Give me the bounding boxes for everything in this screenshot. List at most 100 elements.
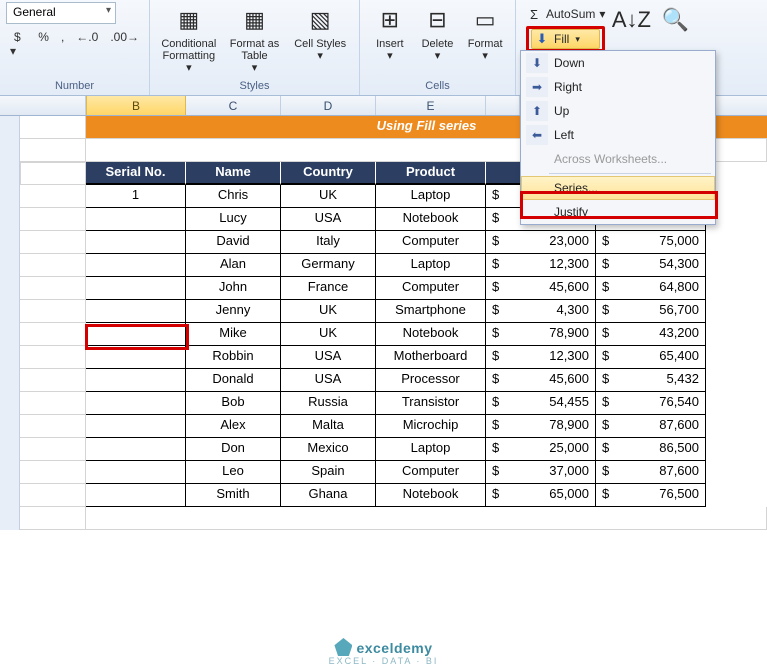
cell-name[interactable]: Don: [186, 438, 281, 461]
cell-country[interactable]: France: [281, 277, 376, 300]
cell-serial[interactable]: [86, 461, 186, 484]
delete-button[interactable]: ⊟Delete ▾: [414, 2, 462, 62]
cell-product[interactable]: Laptop: [376, 438, 486, 461]
decrease-decimal-button[interactable]: .00→: [106, 28, 143, 60]
cell-product[interactable]: Processor: [376, 369, 486, 392]
cell-country[interactable]: USA: [281, 369, 376, 392]
cell-name[interactable]: Robbin: [186, 346, 281, 369]
cell-month1[interactable]: $78,900: [486, 323, 596, 346]
cell-month2[interactable]: $76,540: [596, 392, 706, 415]
col-header-c[interactable]: C: [186, 96, 281, 115]
comma-button[interactable]: ,: [57, 28, 68, 60]
cell-country[interactable]: Spain: [281, 461, 376, 484]
table-row[interactable]: AlanGermanyLaptop$12,300$54,300: [0, 254, 767, 277]
cell-country[interactable]: Ghana: [281, 484, 376, 507]
cell-month2[interactable]: $43,200: [596, 323, 706, 346]
cell-month1[interactable]: $78,900: [486, 415, 596, 438]
currency-button[interactable]: $ ▾: [6, 28, 30, 60]
format-as-table-button[interactable]: ▦Format as Table ▾: [222, 2, 288, 74]
cell-country[interactable]: Mexico: [281, 438, 376, 461]
cell-name[interactable]: John: [186, 277, 281, 300]
cell-serial[interactable]: [86, 438, 186, 461]
table-row[interactable]: SmithGhanaNotebook$65,000$76,500: [0, 484, 767, 507]
col-header-d[interactable]: D: [281, 96, 376, 115]
table-row[interactable]: DonMexicoLaptop$25,000$86,500: [0, 438, 767, 461]
table-row[interactable]: AlexMaltaMicrochip$78,900$87,600: [0, 415, 767, 438]
cell-month2[interactable]: $56,700: [596, 300, 706, 323]
cell-month1[interactable]: $23,000: [486, 231, 596, 254]
cell-month1[interactable]: $4,300: [486, 300, 596, 323]
table-row[interactable]: DonaldUSAProcessor$45,600$5,432: [0, 369, 767, 392]
fill-justify-item[interactable]: Justify: [521, 200, 715, 224]
table-row[interactable]: MikeUKNotebook$78,900$43,200: [0, 323, 767, 346]
insert-button[interactable]: ⊞Insert ▾: [366, 2, 414, 62]
cell-name[interactable]: Lucy: [186, 208, 281, 231]
cell-month1[interactable]: $12,300: [486, 346, 596, 369]
cell-month2[interactable]: $5,432: [596, 369, 706, 392]
cell-country[interactable]: UK: [281, 300, 376, 323]
cell-name[interactable]: David: [186, 231, 281, 254]
cell-month2[interactable]: $75,000: [596, 231, 706, 254]
cell-month1[interactable]: $37,000: [486, 461, 596, 484]
format-button[interactable]: ▭Format ▾: [461, 2, 509, 62]
cell-serial[interactable]: [86, 415, 186, 438]
cell-name[interactable]: Leo: [186, 461, 281, 484]
cell-serial[interactable]: [86, 484, 186, 507]
cell-product[interactable]: Smartphone: [376, 300, 486, 323]
cell-name[interactable]: Jenny: [186, 300, 281, 323]
cell-month1[interactable]: $54,455: [486, 392, 596, 415]
number-format-combo[interactable]: General: [6, 2, 116, 24]
cell-country[interactable]: Russia: [281, 392, 376, 415]
cell-product[interactable]: Notebook: [376, 208, 486, 231]
cell-country[interactable]: USA: [281, 346, 376, 369]
cell-name[interactable]: Alex: [186, 415, 281, 438]
cell-product[interactable]: Laptop: [376, 254, 486, 277]
cell-month2[interactable]: $64,800: [596, 277, 706, 300]
cell-month1[interactable]: $45,600: [486, 369, 596, 392]
cell-month1[interactable]: $25,000: [486, 438, 596, 461]
cell-serial[interactable]: [86, 208, 186, 231]
cell-serial[interactable]: [86, 254, 186, 277]
table-row[interactable]: DavidItalyComputer$23,000$75,000: [0, 231, 767, 254]
cell-styles-button[interactable]: ▧Cell Styles ▾: [287, 2, 353, 62]
cell-country[interactable]: Italy: [281, 231, 376, 254]
col-header-e[interactable]: E: [376, 96, 486, 115]
cell-month2[interactable]: $76,500: [596, 484, 706, 507]
cell-product[interactable]: Laptop: [376, 185, 486, 208]
percent-button[interactable]: %: [34, 28, 53, 60]
fill-button[interactable]: ⬇Fill: [531, 29, 600, 49]
cell-product[interactable]: Motherboard: [376, 346, 486, 369]
cell-country[interactable]: USA: [281, 208, 376, 231]
cell-product[interactable]: Microchip: [376, 415, 486, 438]
cell-name[interactable]: Bob: [186, 392, 281, 415]
cell-product[interactable]: Computer: [376, 461, 486, 484]
increase-decimal-button[interactable]: ←.0: [72, 28, 102, 60]
cell-month2[interactable]: $65,400: [596, 346, 706, 369]
table-row[interactable]: RobbinUSAMotherboard$12,300$65,400: [0, 346, 767, 369]
table-row[interactable]: BobRussiaTransistor$54,455$76,540: [0, 392, 767, 415]
find-select-button[interactable]: 🔍: [653, 2, 697, 38]
cell-month2[interactable]: $54,300: [596, 254, 706, 277]
col-header-b[interactable]: B: [86, 96, 186, 115]
cell-product[interactable]: Computer: [376, 231, 486, 254]
cell-serial[interactable]: [86, 346, 186, 369]
autosum-button[interactable]: ΣAutoSum ▾: [526, 4, 605, 24]
cell-month1[interactable]: $12,300: [486, 254, 596, 277]
cell-name[interactable]: Alan: [186, 254, 281, 277]
cell-month1[interactable]: $45,600: [486, 277, 596, 300]
cell-country[interactable]: UK: [281, 185, 376, 208]
cell-name[interactable]: Chris: [186, 185, 281, 208]
fill-right-item[interactable]: ➡Right: [521, 75, 715, 99]
cell-product[interactable]: Notebook: [376, 484, 486, 507]
sort-filter-button[interactable]: A↓Z: [609, 2, 653, 38]
cell-month1[interactable]: $65,000: [486, 484, 596, 507]
cell-serial[interactable]: [86, 300, 186, 323]
cell-month2[interactable]: $87,600: [596, 461, 706, 484]
fill-left-item[interactable]: ⬅Left: [521, 123, 715, 147]
cell-country[interactable]: Malta: [281, 415, 376, 438]
cell-month2[interactable]: $87,600: [596, 415, 706, 438]
table-row[interactable]: JohnFranceComputer$45,600$64,800: [0, 277, 767, 300]
table-row[interactable]: JennyUKSmartphone$4,300$56,700: [0, 300, 767, 323]
cell-serial[interactable]: [86, 277, 186, 300]
cell-serial[interactable]: [86, 323, 186, 346]
